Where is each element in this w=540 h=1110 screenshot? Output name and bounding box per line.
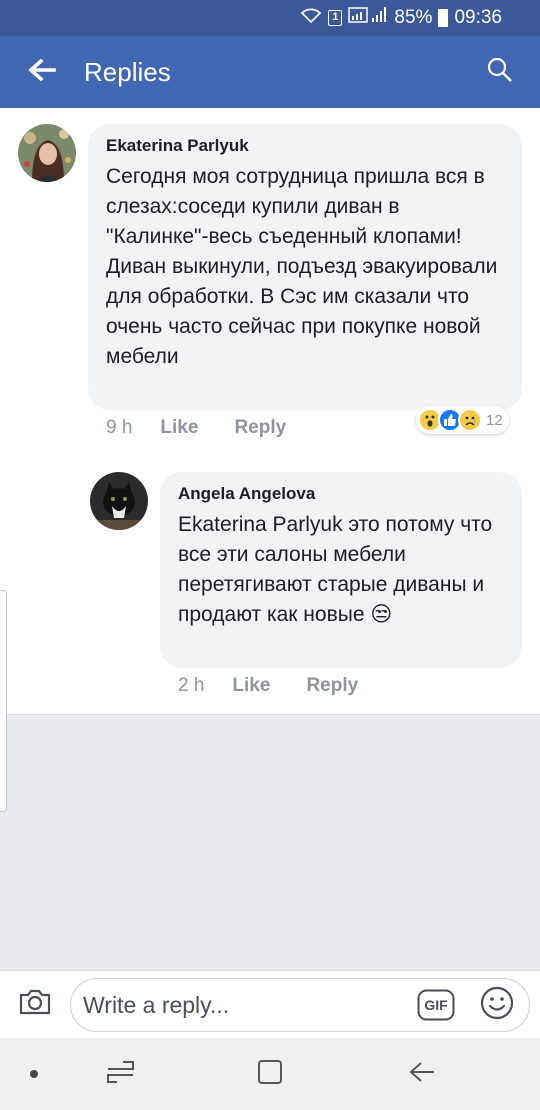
system-nav-bar bbox=[0, 1038, 540, 1110]
back-nav-button[interactable] bbox=[402, 1056, 442, 1092]
comment-time: 2 h bbox=[178, 675, 205, 696]
emoji-button[interactable] bbox=[477, 985, 517, 1025]
camera-button[interactable] bbox=[0, 971, 70, 1039]
status-bar: 1 85% 09:36 bbox=[0, 0, 540, 36]
comment-actions: 9 h Like Reply bbox=[106, 417, 286, 439]
avatar[interactable] bbox=[90, 472, 148, 530]
recent-apps-icon bbox=[105, 1059, 135, 1090]
sad-reaction-icon bbox=[458, 408, 482, 432]
reaction-count: 12 bbox=[486, 411, 503, 429]
comment-time: 9 h bbox=[106, 417, 133, 438]
search-button[interactable] bbox=[460, 36, 540, 108]
comment-text-body: Ekaterina Parlyuk это потому что все эти… bbox=[178, 513, 493, 626]
like-button[interactable]: Like bbox=[160, 417, 198, 439]
search-icon bbox=[487, 57, 513, 88]
edge-panel-handle[interactable] bbox=[0, 590, 7, 812]
comment-actions: 2 h Like Reply bbox=[178, 675, 358, 697]
wifi-icon bbox=[300, 8, 322, 29]
battery-percent: 85% bbox=[394, 7, 433, 28]
like-button[interactable]: Like bbox=[232, 675, 270, 697]
page-title: Replies bbox=[84, 56, 171, 87]
back-arrow-icon bbox=[408, 1060, 436, 1089]
comment-bubble: Ekaterina Parlyuk Сегодня моя сотрудница… bbox=[88, 124, 522, 410]
recent-apps-button[interactable] bbox=[100, 1056, 140, 1092]
reply-button[interactable]: Reply bbox=[234, 417, 286, 439]
home-square-icon bbox=[257, 1059, 283, 1090]
unamused-emoji: 😒 bbox=[370, 603, 393, 626]
comment-text: Ekaterina Parlyuk это потому что все эти… bbox=[178, 510, 504, 630]
reply-composer: Write a reply... GIF bbox=[0, 970, 540, 1038]
empty-area bbox=[0, 714, 540, 970]
back-button[interactable] bbox=[0, 36, 84, 108]
signal-icon bbox=[348, 6, 388, 30]
app-header: Replies bbox=[0, 36, 540, 108]
clock: 09:36 bbox=[454, 7, 502, 28]
gif-button[interactable]: GIF bbox=[417, 989, 455, 1021]
home-button[interactable] bbox=[250, 1056, 290, 1092]
camera-icon bbox=[18, 988, 52, 1021]
reply-placeholder: Write a reply... bbox=[83, 991, 230, 1018]
nav-dot[interactable] bbox=[14, 1056, 54, 1092]
comment-bubble: Angela Angelova Ekaterina Parlyuk это по… bbox=[160, 472, 522, 668]
reaction-summary[interactable]: 12 bbox=[416, 406, 509, 434]
comment-author[interactable]: Ekaterina Parlyuk bbox=[106, 136, 504, 156]
sim-badge: 1 bbox=[328, 10, 343, 26]
comment-text: Сегодня моя сотрудница пришла вся в слез… bbox=[106, 165, 498, 368]
reply-button[interactable]: Reply bbox=[306, 675, 358, 697]
reply-input[interactable]: Write a reply... GIF bbox=[70, 978, 530, 1032]
battery-icon bbox=[438, 9, 449, 27]
comment-author[interactable]: Angela Angelova bbox=[178, 484, 504, 504]
gif-label: GIF bbox=[424, 997, 448, 1013]
avatar[interactable] bbox=[18, 124, 76, 182]
smiley-icon bbox=[480, 986, 514, 1025]
arrow-left-icon bbox=[28, 57, 56, 86]
